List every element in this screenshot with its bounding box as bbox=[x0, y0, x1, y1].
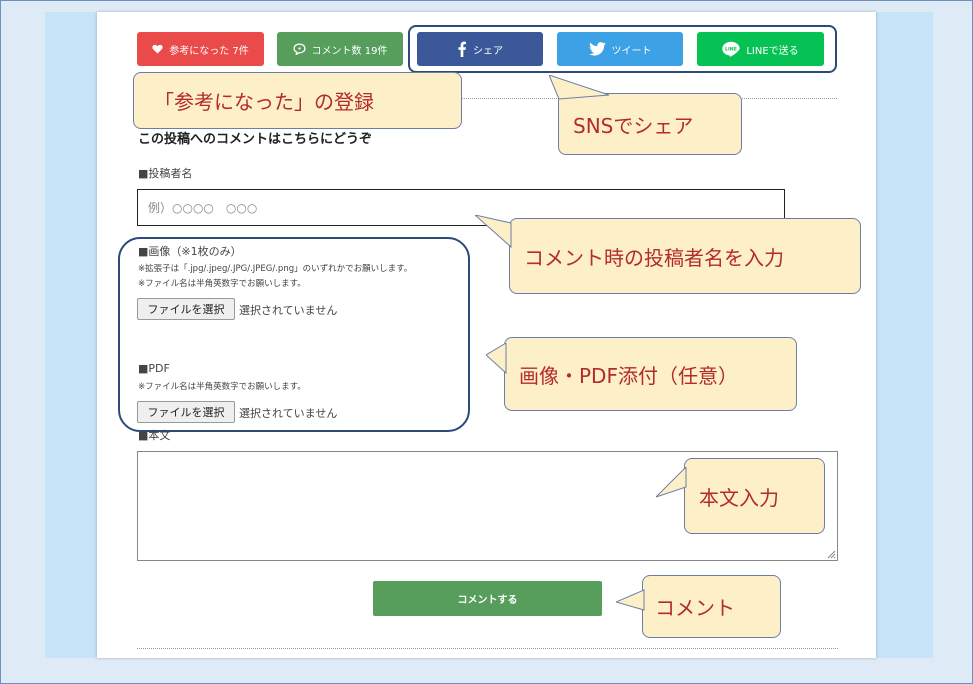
line-share-label: LINEで送る bbox=[746, 45, 799, 57]
comments-count-button[interactable]: コメント数 19件 bbox=[277, 32, 403, 66]
callout-poster-name-text: コメント時の投稿者名を入力 bbox=[524, 245, 784, 270]
poster-name-label: ■投稿者名 bbox=[138, 167, 193, 180]
twitter-bird-icon bbox=[588, 42, 606, 56]
facebook-icon bbox=[458, 41, 466, 57]
image-filename-note: ※ファイル名は半角英数字でお願いします。 bbox=[138, 279, 306, 289]
helpful-button-label: 参考になった 7件 bbox=[169, 45, 249, 57]
pdf-file-status: 選択されていません bbox=[239, 407, 338, 420]
callout-attachments: 画像・PDF添付（任意） bbox=[486, 337, 797, 411]
callout-helpful-text: 「参考になった」の登録 bbox=[154, 90, 374, 114]
callout-sns: SNSでシェア bbox=[549, 75, 742, 155]
twitter-share-label: ツイート bbox=[611, 45, 652, 57]
divider-bottom bbox=[137, 648, 838, 649]
image-label: ■画像（※1枚のみ） bbox=[138, 245, 242, 258]
facebook-share-label: シェア bbox=[473, 45, 503, 57]
comments-count-label: コメント数 19件 bbox=[311, 45, 388, 57]
pdf-label: ■PDF bbox=[138, 362, 170, 375]
callout-helpful: 「参考になった」の登録 bbox=[133, 72, 462, 129]
submit-comment-button[interactable]: コメントする bbox=[373, 581, 602, 616]
callout-comment: コメント bbox=[616, 575, 781, 638]
svg-text:LINE: LINE bbox=[725, 46, 737, 52]
comment-bubble-icon bbox=[292, 43, 306, 55]
line-share-button[interactable]: LINE LINEで送る bbox=[697, 32, 824, 66]
callout-body-text: 本文入力 bbox=[699, 485, 779, 510]
comment-form-heading: この投稿へのコメントはこちらにどうぞ bbox=[138, 132, 373, 147]
heart-icon bbox=[152, 44, 163, 54]
callout-comment-pointer bbox=[616, 589, 645, 611]
callout-attachments-text: 画像・PDF添付（任意） bbox=[519, 363, 738, 388]
image-file-status: 選択されていません bbox=[239, 304, 338, 317]
line-icon: LINE bbox=[722, 41, 741, 57]
pdf-file-select-button[interactable]: ファイルを選択 bbox=[137, 401, 235, 423]
image-extension-note: ※拡張子は「.jpg/.jpeg/.JPG/.JPEG/.png」のいずれかでお… bbox=[138, 264, 413, 274]
pdf-filename-note: ※ファイル名は半角英数字でお願いします。 bbox=[138, 382, 306, 392]
image-file-select-button[interactable]: ファイルを選択 bbox=[137, 298, 235, 320]
helpful-button[interactable]: 参考になった 7件 bbox=[137, 32, 264, 66]
facebook-share-button[interactable]: シェア bbox=[417, 32, 543, 66]
right-background bbox=[876, 12, 933, 658]
callout-poster-name: コメント時の投稿者名を入力 bbox=[475, 215, 861, 294]
callout-body-pointer bbox=[656, 467, 687, 498]
left-background bbox=[45, 12, 97, 658]
twitter-share-button[interactable]: ツイート bbox=[557, 32, 683, 66]
callout-comment-text: コメント bbox=[655, 596, 735, 620]
callout-body: 本文入力 bbox=[656, 458, 825, 534]
body-label: ■本文 bbox=[138, 429, 171, 442]
callout-sns-text: SNSでシェア bbox=[573, 113, 694, 138]
resize-grip-icon[interactable] bbox=[826, 549, 836, 559]
